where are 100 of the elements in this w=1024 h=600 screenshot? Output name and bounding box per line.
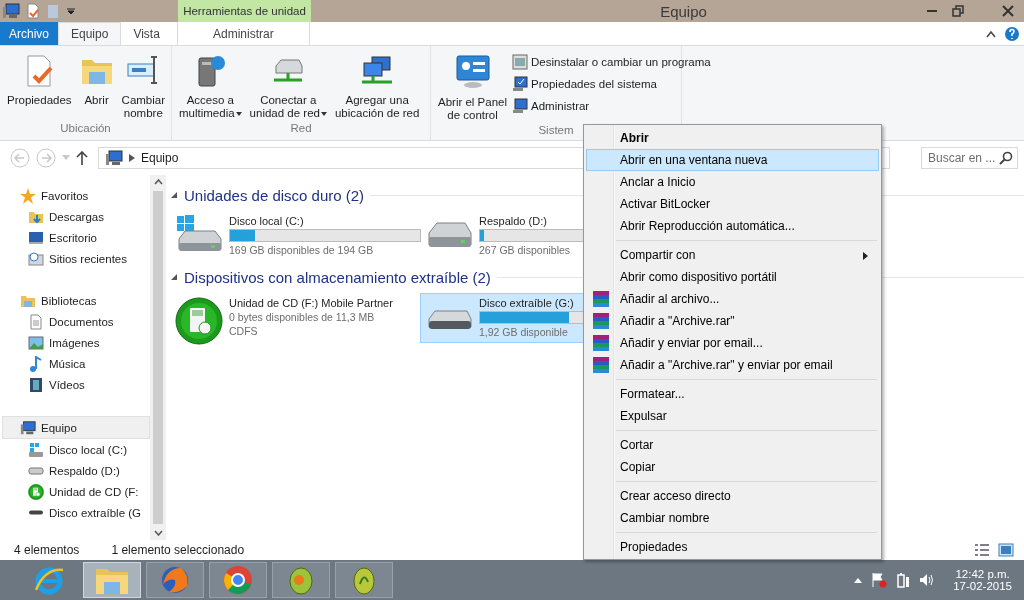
- menu-item[interactable]: Crear acceso directo: [586, 485, 879, 507]
- disc-icon: [175, 297, 223, 345]
- ribbon-button[interactable]: Agregar una ubicación de red: [331, 52, 423, 122]
- drive-tile[interactable]: Disco local (C:) 169 GB disponibles de 194 GB: [170, 211, 420, 261]
- ribbon-button[interactable]: Propiedades: [4, 52, 75, 109]
- menu-item[interactable]: Abrir como dispositivo portátil: [586, 266, 879, 288]
- item-count: 4 elementos: [14, 543, 80, 557]
- sidebar-item[interactable]: Descargas: [0, 206, 150, 227]
- book-stack-icon: [592, 312, 610, 330]
- menu-item[interactable]: Abrir Reproducción automática...: [586, 215, 879, 237]
- free-space-text: 267 GB disponibles: [479, 244, 571, 256]
- ribbon-button[interactable]: Conectar a unidad de red: [246, 52, 330, 122]
- taskbar-button[interactable]: [146, 562, 204, 598]
- sidebar-label: Documentos: [49, 315, 114, 328]
- sidebar-item[interactable]: Favoritos: [0, 185, 150, 206]
- sidebar-item[interactable]: Documentos: [0, 311, 150, 332]
- sidebar-item[interactable]: Música: [0, 353, 150, 374]
- sidebar-label: Vídeos: [49, 378, 85, 391]
- scrollbar[interactable]: [150, 175, 166, 540]
- help-icon: [1004, 25, 1020, 42]
- menu-item[interactable]: Anclar a Inicio: [586, 171, 879, 193]
- ribbon-small-button[interactable]: Propiedades del sistema: [512, 76, 711, 92]
- menu-item[interactable]: Propiedades: [586, 536, 879, 558]
- menu-item[interactable]: Cambiar nombre: [586, 507, 879, 529]
- dropdown-icon: [66, 6, 76, 16]
- menu-item[interactable]: Activar BitLocker: [586, 193, 879, 215]
- ribbon-group-label: Sistem: [538, 124, 574, 136]
- menu-item[interactable]: Cortar: [586, 434, 879, 456]
- speaker-icon: [919, 572, 936, 588]
- sidebar-item[interactable]: Bibliotecas: [0, 290, 150, 311]
- desktop-icon: [28, 229, 44, 246]
- free-space-text: 1,92 GB disponible: [479, 326, 568, 338]
- fox-globe-icon: [159, 564, 191, 596]
- ribbon-small-button[interactable]: Desinstalar o cambiar un programa: [512, 54, 711, 70]
- menu-item[interactable]: Abrir: [586, 127, 879, 149]
- menu-item[interactable]: Compartir con: [586, 244, 879, 266]
- disc-icon: [28, 483, 44, 500]
- taskbar-button[interactable]: [335, 562, 393, 598]
- triangle-icon[interactable]: [170, 273, 178, 281]
- restore-icon: [952, 5, 964, 17]
- group-header[interactable]: Dispositivos con almacenamiento extraíble (2): [184, 268, 491, 286]
- ribbon-group-label: Red: [290, 122, 312, 134]
- menu-item[interactable]: Formatear...: [586, 383, 879, 405]
- sidebar-item[interactable]: Unidad de CD (F:: [0, 481, 150, 502]
- document-check-icon: [26, 3, 40, 19]
- ribbon-button[interactable]: Cambiar nombre: [118, 52, 169, 122]
- drive-icon: [28, 466, 44, 475]
- menu-item[interactable]: Expulsar: [586, 405, 879, 427]
- sidebar-item[interactable]: Imágenes: [0, 332, 150, 353]
- taskbar-button[interactable]: [209, 562, 267, 598]
- computer-icon: [512, 98, 529, 114]
- free-space-text: 0 bytes disponibles de 11,3 MB: [229, 311, 375, 323]
- sidebar-item[interactable]: Equipo: [2, 416, 150, 439]
- window-title: Equipo: [659, 1, 708, 22]
- sidebar-label: Escritorio: [49, 231, 97, 244]
- sidebar-item[interactable]: Sitios recientes: [0, 248, 150, 269]
- selection-count: 1 elemento seleccionado: [111, 543, 245, 557]
- book-stack-icon: [592, 356, 610, 374]
- ribbon-button[interactable]: Abrir el Panel de control: [435, 52, 511, 124]
- menu-item[interactable]: Copiar: [586, 456, 879, 478]
- computer-check-icon: [512, 76, 529, 92]
- sidebar-label: Sitios recientes: [49, 252, 127, 265]
- book-stack-icon: [592, 290, 610, 308]
- triangle-icon[interactable]: [170, 191, 178, 199]
- battery-icon: [895, 572, 912, 588]
- sidebar-item[interactable]: Vídeos: [0, 374, 150, 395]
- ribbon-tab[interactable]: Equipo: [58, 22, 122, 45]
- menu-item[interactable]: Añadir a "Archive.rar" y enviar por email: [586, 354, 879, 376]
- sidebar-label: Bibliotecas: [41, 294, 97, 307]
- free-space-text: 169 GB disponibles de 194 GB: [229, 244, 374, 256]
- computer-icon: [105, 150, 123, 166]
- ribbon-small-button[interactable]: Administrar: [512, 98, 711, 114]
- chevron-up-icon: [853, 576, 864, 584]
- film-icon: [28, 376, 44, 393]
- document-icon: [28, 313, 44, 330]
- windows-drive-icon: [28, 441, 44, 458]
- ribbon-button[interactable]: Abrir: [76, 52, 117, 109]
- group-header[interactable]: Unidades de disco duro (2): [184, 186, 365, 204]
- drive-tile[interactable]: Unidad de CD (F:) Mobile Partner 0 bytes disponibles de 11,3 MB CDFS: [170, 293, 420, 343]
- sidebar-item[interactable]: Respaldo (D:): [0, 460, 150, 481]
- breadcrumb[interactable]: Equipo: [141, 151, 179, 165]
- menu-item[interactable]: Abrir en una ventana nueva: [586, 149, 879, 171]
- forward-icon: [36, 148, 56, 168]
- chevron-up-icon: [986, 29, 996, 38]
- up-arrow-icon: [76, 151, 88, 165]
- clock[interactable]: 12:42 p.m. 17-02-2015: [953, 568, 1012, 592]
- taskbar-button[interactable]: [272, 562, 330, 598]
- ribbon-tab[interactable]: Archivo: [0, 22, 58, 45]
- details-view-icon: [974, 543, 990, 557]
- ribbon-tab[interactable]: Vista: [121, 22, 172, 45]
- star-icon: [20, 187, 36, 204]
- sidebar-item[interactable]: Disco local (C:): [0, 439, 150, 460]
- ribbon-tab[interactable]: Administrar: [176, 22, 310, 45]
- search-field[interactable]: Buscar en ...: [921, 147, 1018, 169]
- sidebar-item[interactable]: Disco extraíble (G: [0, 502, 150, 523]
- ribbon-button[interactable]: Acceso a multimedia: [176, 52, 245, 122]
- large-icons-view-icon: [998, 543, 1014, 557]
- back-icon: [10, 148, 30, 168]
- sidebar-item[interactable]: Escritorio: [0, 227, 150, 248]
- drive-name: Disco local (C:): [229, 215, 304, 227]
